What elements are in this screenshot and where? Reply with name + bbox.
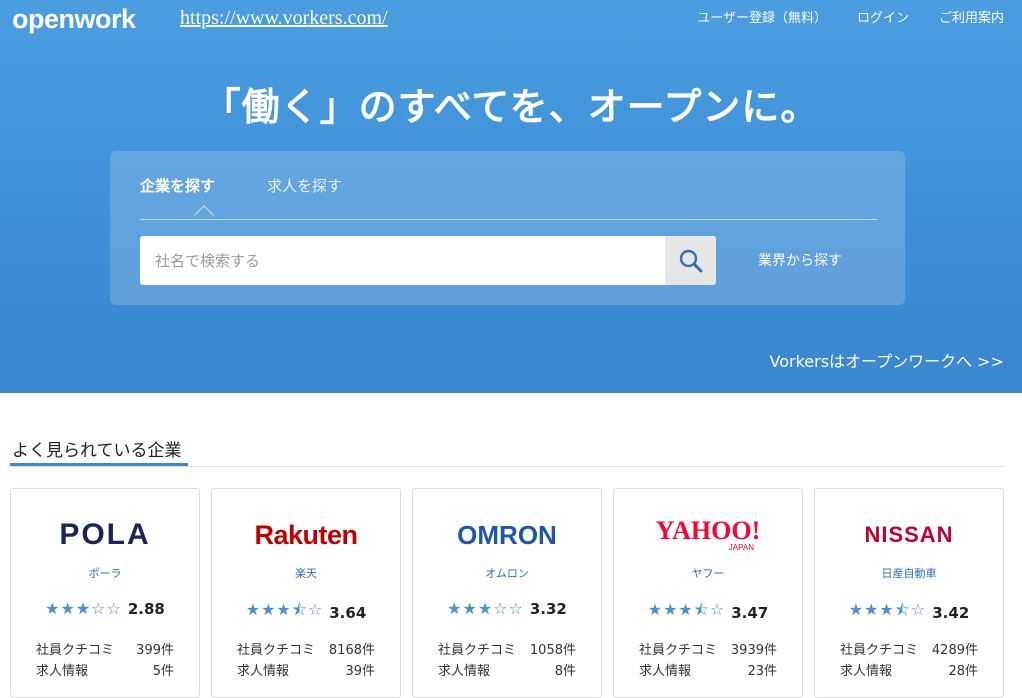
rating-score: 2.88 (127, 599, 165, 618)
review-count-row: 社員クチコミ 3939件 (639, 639, 777, 658)
job-count-row: 求人情報 8件 (438, 660, 576, 679)
rating-score: 3.64 (329, 603, 367, 622)
rakuten-logo: Rakuten (254, 519, 358, 550)
company-name[interactable]: 日産自動車 (815, 565, 1003, 581)
job-count-row: 求人情報 5件 (36, 660, 174, 679)
company-rating: ★★★⯪☆ 3.47 (614, 599, 802, 626)
company-name[interactable]: ポーラ (11, 565, 199, 581)
job-label: 求人情報 (36, 664, 89, 679)
review-label: 社員クチコミ (840, 643, 919, 658)
rating-stars: ★★★⯪☆ (647, 600, 726, 619)
company-logo: POLA (11, 517, 199, 553)
yahoo-logo: YAHOO! (655, 515, 761, 545)
job-count: 5件 (152, 664, 174, 679)
rating-score: 3.47 (731, 603, 769, 622)
company-name[interactable]: オムロン (413, 565, 601, 581)
review-count: 399件 (136, 643, 174, 658)
rating-stars: ★★★⯪☆ (848, 600, 927, 619)
rating-score: 3.32 (529, 599, 567, 618)
industry-search-link[interactable]: 業界から探す (758, 250, 842, 270)
review-count: 4289件 (931, 643, 978, 658)
company-card-list: POLA ポーラ ★★★☆☆ 2.88 社員クチコミ 399件 求人情報 5件 … (10, 488, 1004, 698)
review-count-row: 社員クチコミ 1058件 (438, 639, 576, 658)
company-logo: YAHOO! JAPAN (614, 517, 802, 553)
company-card[interactable]: POLA ポーラ ★★★☆☆ 2.88 社員クチコミ 399件 求人情報 5件 (10, 488, 200, 698)
review-label: 社員クチコミ (237, 643, 316, 658)
omron-logo: OMRON (457, 519, 557, 550)
tab-divider (140, 219, 877, 220)
company-card[interactable]: YAHOO! JAPAN ヤフー ★★★⯪☆ 3.47 社員クチコミ 3939件… (613, 488, 803, 698)
login-link[interactable]: ログイン (857, 7, 909, 26)
tab-company-search[interactable]: 企業を探す (140, 175, 215, 196)
rating-score: 3.42 (932, 603, 970, 622)
company-logo: OMRON (413, 517, 601, 553)
vorkers-url-link[interactable]: https://www.vorkers.com/ (180, 7, 388, 30)
job-label: 求人情報 (639, 664, 692, 679)
company-rating: ★★★⯪☆ 3.64 (212, 599, 400, 626)
review-count: 1058件 (529, 643, 576, 658)
review-label: 社員クチコミ (639, 643, 718, 658)
hero-banner: openwork https://www.vorkers.com/ ユーザー登録… (0, 0, 1022, 393)
company-logo: NISSAN (815, 517, 1003, 553)
rating-stars: ★★★☆☆ (447, 599, 524, 618)
company-rating: ★★★☆☆ 2.88 (11, 599, 199, 618)
search-panel: 企業を探す 求人を探す 業界から探す (110, 151, 905, 305)
pola-logo: POLA (59, 518, 151, 551)
search-icon (679, 249, 702, 272)
review-label: 社員クチコミ (438, 643, 517, 658)
job-count-row: 求人情報 39件 (237, 660, 375, 679)
review-label: 社員クチコミ (36, 643, 115, 658)
review-count: 8168件 (328, 643, 375, 658)
yahoo-logo-sub: JAPAN (728, 542, 754, 552)
search-tabs: 企業を探す 求人を探す (140, 175, 342, 196)
section-divider (10, 466, 1005, 467)
review-count-row: 社員クチコミ 399件 (36, 639, 174, 658)
review-count-row: 社員クチコミ 4289件 (840, 639, 978, 658)
job-count: 23件 (747, 664, 777, 679)
search-box (140, 236, 716, 285)
job-label: 求人情報 (237, 664, 290, 679)
company-search-input[interactable] (140, 236, 665, 285)
company-rating: ★★★☆☆ 3.32 (413, 599, 601, 618)
job-count: 28件 (948, 664, 978, 679)
top-nav: ユーザー登録（無料） ログイン ご利用案内 (697, 7, 1004, 26)
tab-job-search[interactable]: 求人を探す (267, 175, 342, 196)
guide-link[interactable]: ご利用案内 (939, 7, 1004, 26)
company-name[interactable]: 楽天 (212, 565, 400, 581)
review-count-row: 社員クチコミ 8168件 (237, 639, 375, 658)
company-logo: Rakuten (212, 517, 400, 553)
rating-stars: ★★★☆☆ (45, 599, 122, 618)
company-rating: ★★★⯪☆ 3.42 (815, 599, 1003, 626)
job-count: 8件 (554, 664, 576, 679)
rating-stars: ★★★⯪☆ (245, 600, 324, 619)
company-card[interactable]: NISSAN 日産自動車 ★★★⯪☆ 3.42 社員クチコミ 4289件 求人情… (814, 488, 1004, 698)
signup-link[interactable]: ユーザー登録（無料） (697, 7, 827, 26)
job-label: 求人情報 (438, 664, 491, 679)
company-name[interactable]: ヤフー (614, 565, 802, 581)
job-label: 求人情報 (840, 664, 893, 679)
active-tab-caret (194, 205, 214, 225)
company-card[interactable]: Rakuten 楽天 ★★★⯪☆ 3.64 社員クチコミ 8168件 求人情報 … (211, 488, 401, 698)
job-count-row: 求人情報 28件 (840, 660, 978, 679)
popular-companies-title: よく見られている企業 (12, 441, 182, 461)
job-count: 39件 (345, 664, 375, 679)
hero-headline: 「働く」のすべてを、オープンに。 (202, 85, 820, 129)
review-count: 3939件 (730, 643, 777, 658)
nissan-logo: NISSAN (864, 522, 954, 547)
openwork-logo[interactable]: openwork (12, 4, 136, 35)
search-button[interactable] (665, 236, 716, 285)
vorkers-to-openwork-link[interactable]: Vorkersはオープンワークへ >> (770, 348, 1004, 372)
company-card[interactable]: OMRON オムロン ★★★☆☆ 3.32 社員クチコミ 1058件 求人情報 … (412, 488, 602, 698)
job-count-row: 求人情報 23件 (639, 660, 777, 679)
